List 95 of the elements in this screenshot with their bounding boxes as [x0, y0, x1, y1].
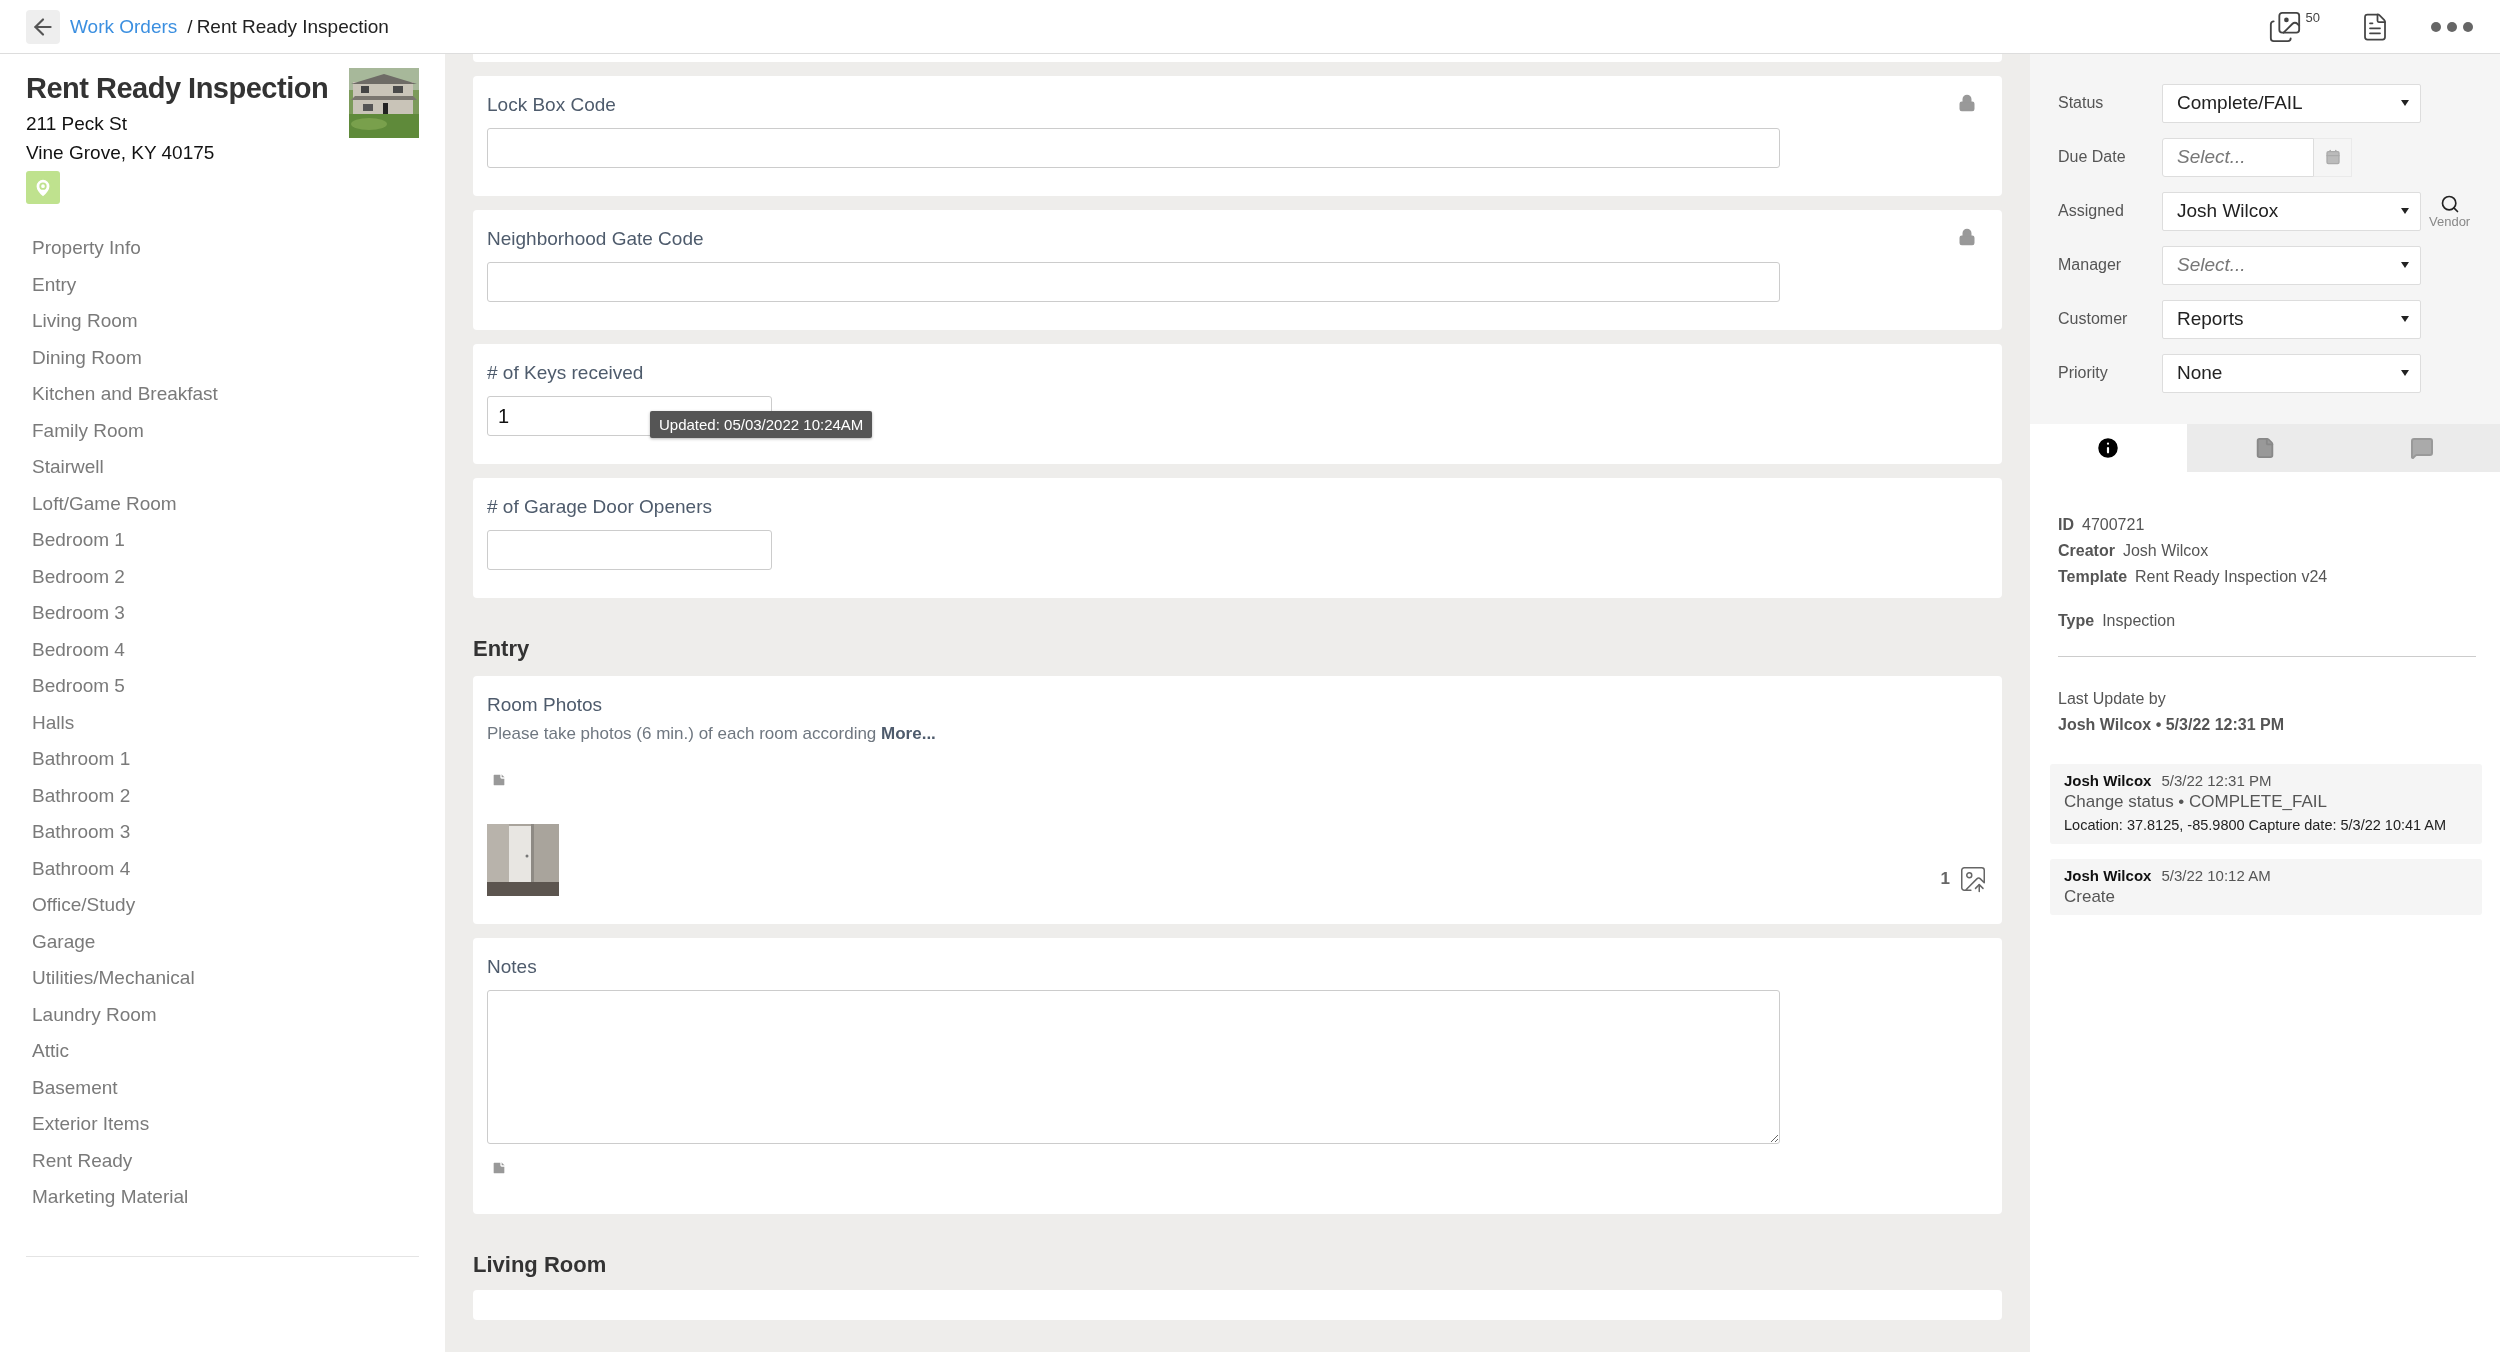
section-heading: Living Room — [473, 1252, 608, 1278]
more-icon — [2430, 20, 2474, 33]
nav-item[interactable]: Living Room — [26, 303, 419, 340]
nav-item[interactable]: Laundry Room — [26, 996, 419, 1033]
nav-item[interactable]: Halls — [26, 704, 419, 741]
vendor-search-button[interactable]: Vendor — [2429, 193, 2471, 229]
nav-item[interactable]: Bathroom 3 — [26, 814, 419, 851]
property-label: Manager — [2058, 256, 2123, 274]
caret-icon — [2400, 261, 2410, 269]
document-icon — [2254, 437, 2276, 459]
caret-icon — [2400, 315, 2410, 323]
notes-field[interactable] — [487, 990, 1780, 1144]
input-field[interactable] — [487, 530, 772, 570]
nav-item[interactable]: Bathroom 1 — [26, 741, 419, 778]
caret-icon — [2400, 207, 2410, 215]
nav-item[interactable]: Bedroom 4 — [26, 631, 419, 668]
breadcrumb-link[interactable]: Work Orders — [70, 15, 178, 38]
nav-item[interactable]: Dining Room — [26, 339, 419, 376]
select-field[interactable]: Josh Wilcox — [2162, 191, 2421, 231]
field-label: # of Garage Door Openers — [487, 496, 712, 518]
field-label: Lock Box Code — [487, 94, 616, 116]
property-label: Customer — [2058, 310, 2129, 328]
nav-item[interactable]: Bathroom 2 — [26, 777, 419, 814]
nav-item[interactable]: Bedroom 5 — [26, 668, 419, 705]
nav-item[interactable]: Entry — [26, 266, 419, 303]
input-field[interactable] — [487, 262, 1780, 302]
breadcrumb-separator: / — [187, 15, 193, 38]
property-label: Due Date — [2058, 148, 2127, 166]
section-heading: Entry — [473, 636, 531, 662]
field-label: Notes — [487, 956, 537, 978]
select-field[interactable]: Reports — [2162, 299, 2421, 339]
more-link[interactable]: More... — [881, 724, 936, 743]
last-update-value: Josh Wilcox • 5/3/22 12:31 PM — [2058, 716, 2285, 734]
tooltip: Updated: 05/03/2022 10:24AM — [650, 411, 873, 438]
calendar-button[interactable] — [2314, 137, 2352, 177]
nav-item[interactable]: Bedroom 2 — [26, 558, 419, 595]
calendar-icon — [2324, 149, 2341, 165]
info-line: Type Inspection — [2058, 612, 2177, 630]
activity-header: Josh Wilcox 5/3/22 10:12 AM — [2064, 867, 2272, 884]
nav-item[interactable]: Bedroom 3 — [26, 595, 419, 632]
activity-header: Josh Wilcox 5/3/22 12:31 PM — [2064, 772, 2273, 789]
nav-item[interactable]: Kitchen and Breakfast — [26, 376, 419, 413]
nav-item[interactable]: Stairwell — [26, 449, 419, 486]
nav-item[interactable]: Garage — [26, 923, 419, 960]
field-label: # of Keys received — [487, 362, 644, 384]
field-label: Room Photos — [487, 694, 603, 716]
search-icon — [2439, 193, 2460, 214]
property-label: Priority — [2058, 364, 2109, 382]
info-line: Creator Josh Wilcox — [2058, 542, 2210, 560]
field-label: Neighborhood Gate Code — [487, 228, 704, 250]
map-pin-button[interactable] — [26, 171, 60, 204]
photo-count: 1 — [1940, 869, 1950, 889]
nav-item[interactable]: Property Info — [26, 230, 419, 267]
lock-icon — [1958, 228, 1976, 246]
address-line: 211 Peck St — [26, 112, 129, 136]
nav-item[interactable]: Marketing Material — [26, 1179, 419, 1216]
caret-icon — [2400, 99, 2410, 107]
property-label: Status — [2058, 94, 2105, 112]
nav-item[interactable]: Basement — [26, 1069, 419, 1106]
nav-item[interactable]: Bedroom 1 — [26, 522, 419, 559]
address-line: Vine Grove, KY 40175 — [26, 141, 216, 165]
caret-icon — [2400, 369, 2410, 377]
nav-item[interactable]: Family Room — [26, 412, 419, 449]
more-button[interactable] — [2430, 20, 2474, 33]
activity-text: Create — [2064, 887, 2117, 907]
nav-item[interactable]: Loft/Game Room — [26, 485, 419, 522]
note-icon[interactable] — [491, 772, 507, 788]
description-text: Please take photos (6 min.) of each room according More... — [487, 724, 937, 744]
select-field[interactable]: Complete/FAIL — [2162, 83, 2421, 123]
images-icon — [2267, 9, 2302, 44]
input-field[interactable] — [487, 128, 1780, 168]
nav-item[interactable]: Bathroom 4 — [26, 850, 419, 887]
nav-item[interactable]: Utilities/Mechanical — [26, 960, 419, 997]
nav-item[interactable]: Attic — [26, 1033, 419, 1070]
note-icon[interactable] — [491, 1160, 507, 1176]
property-label: Assigned — [2058, 202, 2125, 220]
nav-item[interactable]: Rent Ready — [26, 1142, 419, 1179]
breadcrumb-current: Rent Ready Inspection — [196, 15, 389, 38]
last-update-label: Last Update by — [2058, 690, 2167, 708]
select-field[interactable]: None — [2162, 353, 2421, 393]
panel-tab[interactable] — [2030, 424, 2187, 472]
info-line: Template Rent Ready Inspection v24 — [2058, 568, 2329, 586]
info-line: ID 4700721 — [2058, 516, 2146, 534]
nav-item[interactable]: Office/Study — [26, 887, 419, 924]
date-field[interactable]: Select... — [2162, 137, 2314, 177]
select-field[interactable]: Select... — [2162, 245, 2421, 285]
activity-text: Change status • COMPLETE_FAIL — [2064, 792, 2328, 812]
comment-icon — [2409, 436, 2434, 460]
upload-image-icon[interactable] — [1958, 864, 1988, 894]
back-button[interactable] — [26, 9, 60, 44]
activity-detail: Location: 37.8125, -85.9800 Capture date: 5/3/22 10:41 AM — [2064, 816, 2448, 835]
nav-item[interactable]: Exterior Items — [26, 1106, 419, 1143]
photos-button[interactable]: 50 — [2267, 9, 2320, 44]
property-title: Rent Ready Inspection — [26, 72, 329, 105]
lock-icon — [1958, 94, 1976, 112]
